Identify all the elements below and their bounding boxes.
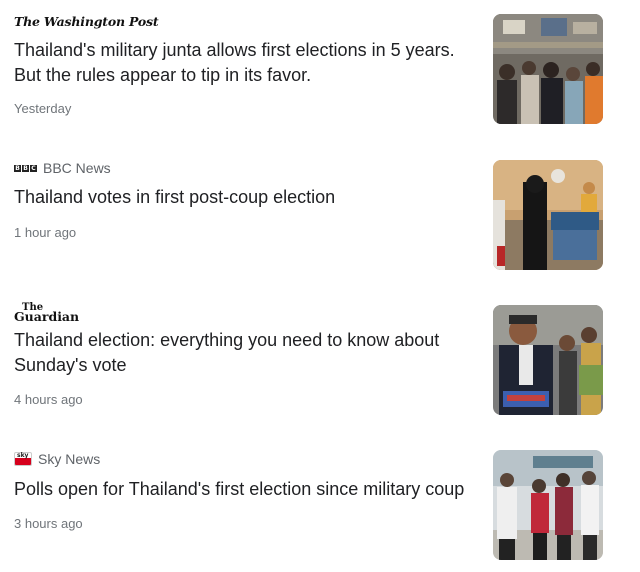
- source-name: Sky News: [38, 451, 101, 467]
- source-row: The Guardian: [14, 302, 80, 325]
- source-row: The Washington Post: [14, 12, 159, 30]
- article-headline[interactable]: Polls open for Thailand's first election…: [14, 477, 474, 502]
- article-card[interactable]: Sky News Polls open for Thailand's first…: [0, 440, 640, 572]
- article-timestamp: 3 hours ago: [14, 516, 83, 531]
- article-thumbnail[interactable]: [493, 305, 603, 415]
- article-card[interactable]: BBC BBC News Thailand votes in first pos…: [0, 145, 640, 280]
- article-timestamp: 1 hour ago: [14, 225, 77, 240]
- article-thumbnail[interactable]: [493, 160, 603, 270]
- guardian-logo: The Guardian: [14, 302, 80, 324]
- source-row: BBC BBC News: [14, 159, 111, 177]
- article-card[interactable]: The Washington Post Thailand's military …: [0, 0, 640, 140]
- article-headline[interactable]: Thailand votes in first post-coup electi…: [14, 185, 474, 210]
- article-timestamp: 4 hours ago: [14, 392, 83, 407]
- source-row: Sky News: [14, 450, 100, 468]
- article-headline[interactable]: Thailand election: everything you need t…: [14, 328, 474, 378]
- article-headline[interactable]: Thailand's military junta allows first e…: [14, 38, 474, 88]
- article-thumbnail[interactable]: [493, 450, 603, 560]
- article-timestamp: Yesterday: [14, 101, 72, 116]
- source-name: BBC News: [43, 160, 111, 176]
- sky-news-logo: [14, 452, 32, 466]
- article-card[interactable]: The Guardian Thailand election: everythi…: [0, 290, 640, 435]
- bbc-logo: BBC: [14, 164, 37, 172]
- news-feed: The Washington Post Thailand's military …: [0, 0, 640, 572]
- washington-post-logo: The Washington Post: [14, 13, 159, 29]
- article-thumbnail[interactable]: [493, 14, 603, 124]
